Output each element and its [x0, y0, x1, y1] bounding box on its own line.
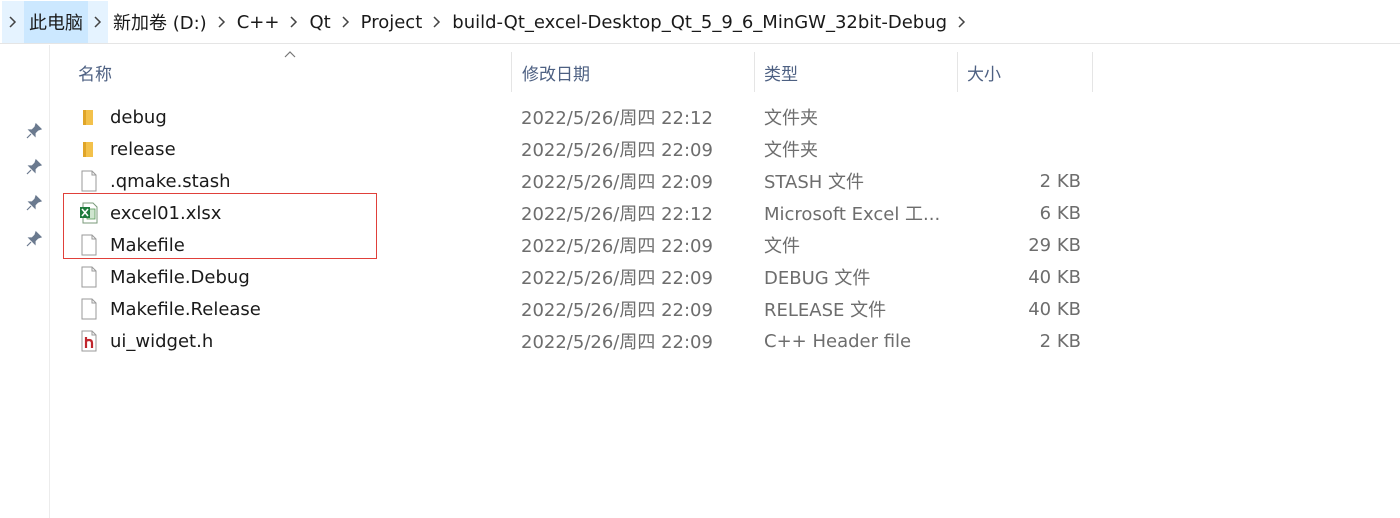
navigation-pane [0, 45, 50, 518]
breadcrumb-item-this-pc[interactable]: 此电脑 [24, 1, 88, 43]
file-name: Makefile.Debug [110, 266, 250, 288]
file-type: C++ Header file [764, 330, 912, 352]
column-header-size[interactable]: 大小 [958, 52, 1093, 92]
file-name: debug [110, 106, 167, 128]
file-name: release [110, 138, 176, 160]
file-date: 2022/5/26/周四 22:09 [521, 172, 713, 193]
file-date: 2022/5/26/周四 22:09 [521, 300, 713, 321]
file-size [961, 133, 1081, 165]
file-date: 2022/5/26/周四 22:09 [521, 236, 713, 257]
file-name-cell: debug [79, 101, 167, 133]
breadcrumb-item-qt[interactable]: Qt [304, 0, 335, 44]
column-headers: 名称 修改日期 类型 大小 [51, 52, 1111, 92]
file-name-cell: Makefile.Release [79, 293, 261, 325]
breadcrumb-item-project[interactable]: Project [356, 0, 428, 44]
file-size: 6 KB [1039, 202, 1081, 224]
file-icon [79, 170, 99, 192]
file-type: DEBUG 文件 [764, 268, 871, 289]
file-size: 40 KB [1028, 298, 1081, 320]
file-name-cell: Makefile.Debug [79, 261, 250, 293]
file-date: 2022/5/26/周四 22:09 [521, 332, 713, 353]
column-header-size-label: 大小 [967, 64, 1001, 85]
column-header-type[interactable]: 类型 [755, 52, 958, 92]
chevron-right-icon[interactable] [427, 0, 447, 44]
address-bar[interactable]: 此电脑 新加卷 (D:) C++ Qt Project build-Qt_exc… [0, 0, 1400, 44]
file-size: 2 KB [1039, 330, 1081, 352]
breadcrumb-item-build-folder[interactable]: build-Qt_excel-Desktop_Qt_5_9_6_MinGW_32… [447, 0, 952, 44]
file-icon [79, 266, 99, 288]
column-header-date-label: 修改日期 [522, 64, 590, 85]
file-date: 2022/5/26/周四 22:09 [521, 268, 713, 289]
file-size: 29 KB [1028, 234, 1081, 256]
file-row-makefile-debug[interactable]: Makefile.Debug 2022/5/26/周四 22:09 DEBUG … [51, 261, 1111, 293]
file-row-ui-widget-h[interactable]: ui_widget.h 2022/5/26/周四 22:09 C++ Heade… [51, 325, 1111, 357]
chevron-right-icon[interactable] [88, 1, 108, 43]
file-type: STASH 文件 [764, 172, 865, 193]
pin-icon[interactable] [25, 194, 43, 212]
file-name: Makefile.Release [110, 298, 261, 320]
chevron-right-icon[interactable] [284, 0, 304, 44]
chevron-right-icon[interactable] [2, 1, 24, 43]
column-header-date[interactable]: 修改日期 [512, 52, 755, 92]
file-type: RELEASE 文件 [764, 300, 887, 321]
file-row-makefile-release[interactable]: Makefile.Release 2022/5/26/周四 22:09 RELE… [51, 293, 1111, 325]
file-date: 2022/5/26/周四 22:12 [521, 204, 713, 225]
file-row-debug[interactable]: debug 2022/5/26/周四 22:12 文件夹 [51, 101, 1111, 133]
file-size: 2 KB [1039, 170, 1081, 192]
column-header-name-label: 名称 [78, 64, 112, 85]
header-file-icon [79, 330, 99, 352]
file-type: 文件夹 [764, 108, 818, 129]
folder-icon [79, 106, 99, 128]
folder-icon [79, 138, 99, 160]
chevron-right-icon[interactable] [212, 0, 232, 44]
file-size: 40 KB [1028, 266, 1081, 288]
pin-icon[interactable] [25, 122, 43, 140]
column-divider[interactable] [1092, 52, 1093, 92]
file-date: 2022/5/26/周四 22:12 [521, 108, 713, 129]
file-type: 文件夹 [764, 140, 818, 161]
column-header-name[interactable]: 名称 [51, 52, 512, 92]
breadcrumb-item-cpp[interactable]: C++ [232, 0, 285, 44]
file-date: 2022/5/26/周四 22:09 [521, 140, 713, 161]
file-name-cell: release [79, 133, 176, 165]
annotation-highlight-box [63, 193, 377, 259]
chevron-right-icon[interactable] [336, 0, 356, 44]
chevron-right-icon[interactable] [952, 0, 972, 44]
breadcrumb: 此电脑 新加卷 (D:) C++ Qt Project build-Qt_exc… [0, 0, 972, 44]
pin-icon[interactable] [25, 158, 43, 176]
file-size [961, 101, 1081, 133]
file-name: .qmake.stash [110, 170, 231, 192]
breadcrumb-item-drive[interactable]: 新加卷 (D:) [108, 0, 212, 44]
file-type: Microsoft Excel 工... [764, 204, 941, 225]
file-row-release[interactable]: release 2022/5/26/周四 22:09 文件夹 [51, 133, 1111, 165]
file-icon [79, 298, 99, 320]
file-type: 文件 [764, 236, 800, 257]
file-name: ui_widget.h [110, 330, 214, 352]
column-header-type-label: 类型 [764, 64, 798, 85]
file-name-cell: ui_widget.h [79, 325, 213, 357]
pin-icon[interactable] [25, 230, 43, 248]
